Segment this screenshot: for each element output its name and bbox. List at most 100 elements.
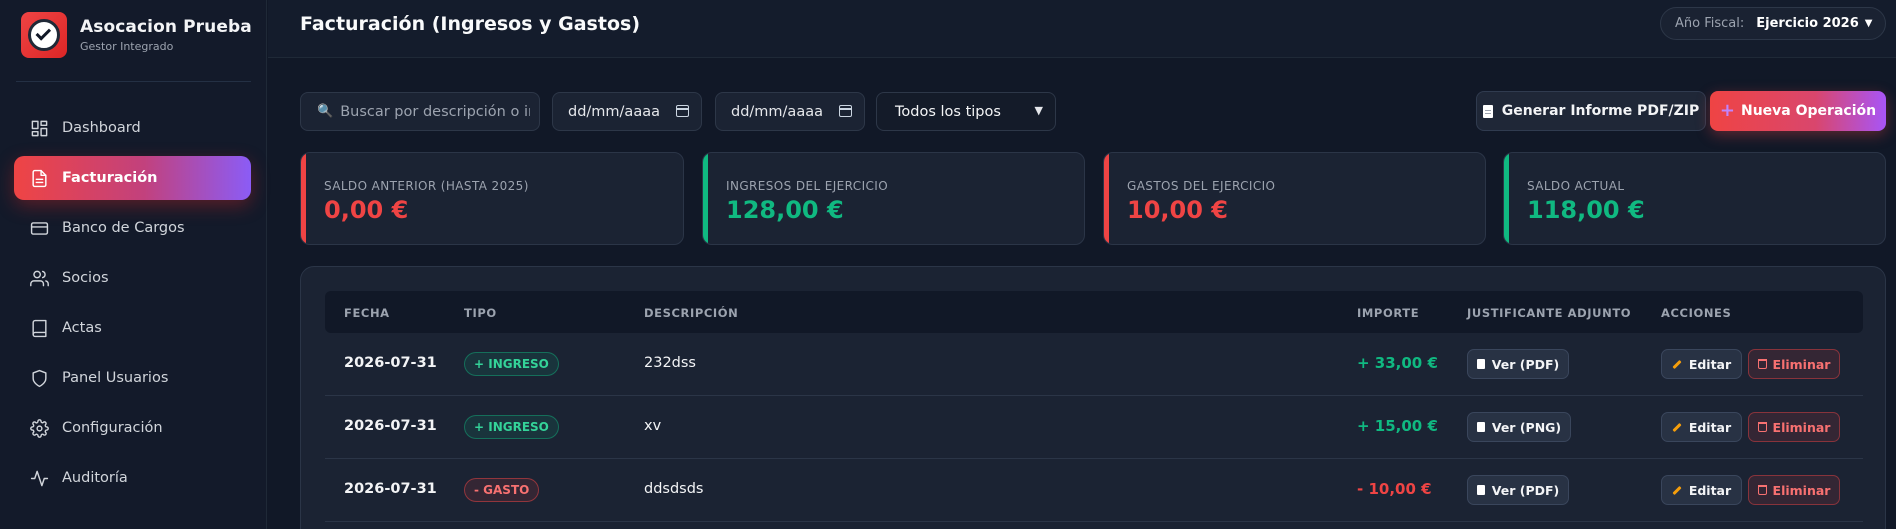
card-accent-bar <box>703 153 708 244</box>
table-row: 2026-07-31 + INGRESO xv + 15,00 € Ver (P… <box>325 396 1863 459</box>
edit-button[interactable]: Editar <box>1661 349 1742 379</box>
new-operation-label: Nueva Operación <box>1741 103 1877 119</box>
search-field[interactable]: 🔍 <box>300 92 540 131</box>
sidebar: Asocacion Prueba Gestor Integrado Dashbo… <box>0 0 267 529</box>
date-from-placeholder: dd/mm/aaaa <box>568 103 660 120</box>
sidebar-item-panel-usuarios[interactable]: Panel Usuarios <box>14 356 251 400</box>
pencil-icon <box>1672 359 1682 369</box>
plus-icon: + <box>1719 100 1735 121</box>
table-row: 2026-07-31 + INGRESO 232dss + 33,00 € Ve… <box>325 333 1863 396</box>
row-amount: - 10,00 € <box>1357 480 1432 498</box>
new-operation-button[interactable]: + Nueva Operación <box>1710 91 1886 131</box>
sidebar-item-actas[interactable]: Actas <box>14 306 251 350</box>
sidebar-item-label: Actas <box>62 320 102 336</box>
view-attachment-button[interactable]: Ver (PDF) <box>1467 349 1569 379</box>
trash-icon <box>1757 485 1767 495</box>
document-icon <box>1476 359 1485 369</box>
type-badge: + INGRESO <box>464 415 559 439</box>
table-header: FECHA TIPO DESCRIPCIÓN IMPORTE JUSTIFICA… <box>325 291 1863 333</box>
view-attachment-button[interactable]: Ver (PDF) <box>1467 475 1569 505</box>
edit-label: Editar <box>1688 482 1732 498</box>
view-attachment-label: Ver (PDF) <box>1491 356 1560 372</box>
date-to-placeholder: dd/mm/aaaa <box>731 103 823 120</box>
table-row: 2026-07-31 - GASTO ddsdsds - 10,00 € Ver… <box>325 459 1863 522</box>
document-icon <box>1476 422 1485 432</box>
card-accent-bar <box>1504 153 1509 244</box>
shield-icon <box>29 368 49 388</box>
card-accent-bar <box>1104 153 1109 244</box>
app-subtitle: Gestor Integrado <box>80 40 174 53</box>
date-to-input[interactable]: dd/mm/aaaa <box>715 92 865 131</box>
trash-icon <box>1757 359 1767 369</box>
summary-card-expenses: GASTOS DEL EJERCICIO 10,00 € <box>1103 152 1486 245</box>
operations-table: FECHA TIPO DESCRIPCIÓN IMPORTE JUSTIFICA… <box>300 266 1886 529</box>
row-description: xv <box>644 418 662 434</box>
sidebar-item-dashboard[interactable]: Dashboard <box>14 106 251 150</box>
document-icon <box>1482 104 1493 118</box>
fiscal-year-label: Año Fiscal: <box>1675 16 1745 31</box>
invoice-icon <box>29 168 49 188</box>
row-description: 232dss <box>644 355 696 371</box>
row-date: 2026-07-31 <box>344 355 437 371</box>
card-value: 128,00 € <box>726 196 844 224</box>
book-icon <box>29 318 49 338</box>
card-value: 118,00 € <box>1527 196 1645 224</box>
generate-report-label: Generar Informe PDF/ZIP <box>1501 103 1700 119</box>
delete-label: Eliminar <box>1772 356 1831 372</box>
sidebar-divider <box>16 81 251 82</box>
summary-card-previous-balance: SALDO ANTERIOR (HASTA 2025) 0,00 € <box>300 152 684 245</box>
card-label: GASTOS DEL EJERCICIO <box>1127 179 1276 193</box>
app-logo-icon <box>21 12 67 58</box>
delete-button[interactable]: Eliminar <box>1748 475 1840 505</box>
pencil-icon <box>1672 422 1682 432</box>
delete-button[interactable]: Eliminar <box>1748 412 1840 442</box>
row-amount: + 15,00 € <box>1357 417 1438 435</box>
view-attachment-button[interactable]: Ver (PNG) <box>1467 412 1571 442</box>
trash-icon <box>1757 422 1767 432</box>
sidebar-item-label: Panel Usuarios <box>62 370 169 386</box>
activity-icon <box>29 468 49 488</box>
edit-button[interactable]: Editar <box>1661 412 1742 442</box>
column-header-date: FECHA <box>344 306 390 320</box>
app-name: Asocacion Prueba <box>80 17 252 37</box>
type-filter-select[interactable]: Todos los tipos ▼ <box>876 92 1056 131</box>
delete-button[interactable]: Eliminar <box>1748 349 1840 379</box>
delete-label: Eliminar <box>1772 482 1831 498</box>
search-input[interactable] <box>340 103 531 120</box>
card-label: INGRESOS DEL EJERCICIO <box>726 179 889 193</box>
type-badge: + INGRESO <box>464 352 559 376</box>
sidebar-item-socios[interactable]: Socios <box>14 256 251 300</box>
summary-card-current-balance: SALDO ACTUAL 118,00 € <box>1503 152 1886 245</box>
date-from-input[interactable]: dd/mm/aaaa <box>552 92 702 131</box>
sidebar-item-auditoria[interactable]: Auditoría <box>14 456 251 500</box>
sidebar-item-label: Configuración <box>62 420 163 436</box>
chevron-down-icon: ▼ <box>1864 18 1873 29</box>
generate-report-button[interactable]: Generar Informe PDF/ZIP <box>1476 91 1706 131</box>
sidebar-item-banco-de-cargos[interactable]: Banco de Cargos <box>14 206 251 250</box>
gear-icon <box>29 418 49 438</box>
document-icon <box>1476 485 1485 495</box>
calendar-icon[interactable] <box>676 105 689 117</box>
fiscal-year-selector[interactable]: Año Fiscal: Ejercicio 2026 ▼ <box>1660 7 1886 40</box>
dashboard-icon <box>29 118 49 138</box>
column-header-actions: ACCIONES <box>1661 306 1732 320</box>
calendar-icon[interactable] <box>839 105 852 117</box>
fiscal-year-value: Ejercicio 2026 <box>1756 16 1859 31</box>
sidebar-item-configuracion[interactable]: Configuración <box>14 406 251 450</box>
type-badge: - GASTO <box>464 478 540 502</box>
chevron-down-icon: ▼ <box>1034 104 1043 117</box>
edit-button[interactable]: Editar <box>1661 475 1742 505</box>
card-icon <box>29 218 49 238</box>
sidebar-item-facturacion[interactable]: Facturación <box>14 156 251 200</box>
sidebar-item-label: Dashboard <box>62 120 141 136</box>
top-bar: Facturación (Ingresos y Gastos) Año Fisc… <box>268 0 1896 58</box>
pencil-icon <box>1672 485 1682 495</box>
edit-label: Editar <box>1688 419 1732 435</box>
column-header-description: DESCRIPCIÓN <box>644 306 739 320</box>
column-header-type: TIPO <box>464 306 497 320</box>
row-date: 2026-07-31 <box>344 481 437 497</box>
sidebar-item-label: Auditoría <box>62 470 128 486</box>
sidebar-item-label: Socios <box>62 270 109 286</box>
type-filter-value: Todos los tipos <box>895 103 1001 120</box>
page-title: Facturación (Ingresos y Gastos) <box>300 13 640 35</box>
